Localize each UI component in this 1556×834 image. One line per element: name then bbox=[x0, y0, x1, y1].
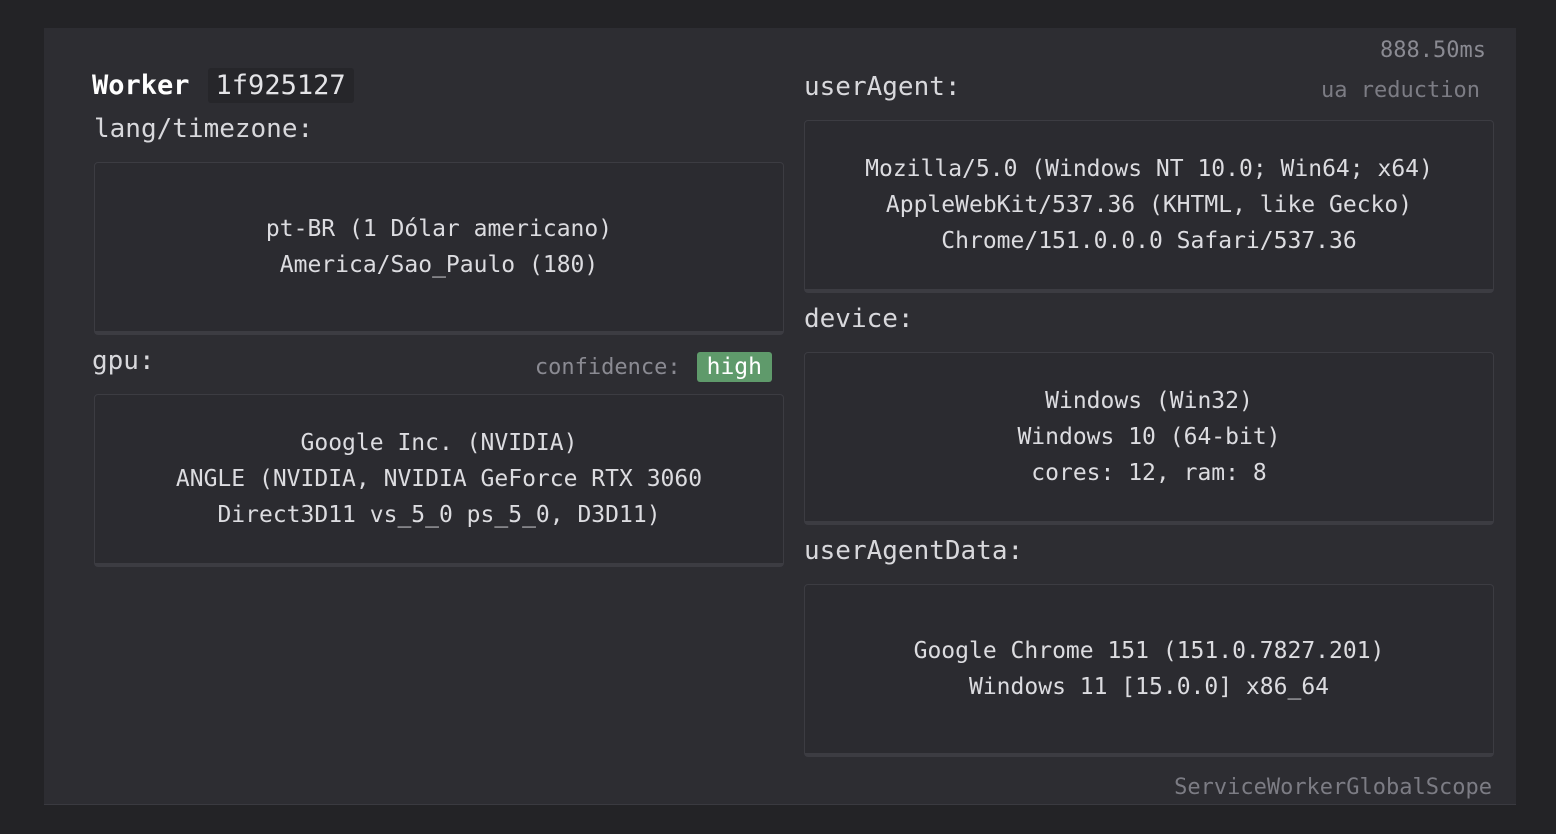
lang-line: pt-BR (1 Dólar americano) bbox=[265, 216, 613, 242]
device-hardware-line: cores: 12, ram: 8 bbox=[1031, 460, 1267, 486]
user-agent-data-box: Google Chrome 151 (151.0.7827.201) Windo… bbox=[804, 584, 1494, 757]
gpu-label: gpu: bbox=[92, 346, 155, 376]
user-agent-line: Chrome/151.0.0.0 Safari/537.36 bbox=[941, 228, 1357, 254]
user-agent-label: userAgent: bbox=[804, 72, 961, 102]
confidence-badge: high bbox=[696, 352, 772, 382]
user-agent-data-label: userAgentData: bbox=[804, 536, 1024, 566]
confidence-label: confidence: bbox=[534, 354, 681, 380]
device-platform-line: Windows (Win32) bbox=[1045, 388, 1253, 414]
device-box: Windows (Win32) Windows 10 (64-bit) core… bbox=[804, 352, 1494, 525]
gpu-vendor-line: Google Inc. (NVIDIA) bbox=[300, 430, 578, 456]
timezone-line: America/Sao_Paulo (180) bbox=[279, 252, 599, 278]
gpu-renderer-line-2: Direct3D11 vs_5_0 ps_5_0, D3D11) bbox=[217, 502, 661, 528]
user-agent-line: Mozilla/5.0 (Windows NT 10.0; Win64; x64… bbox=[865, 156, 1433, 182]
device-label: device: bbox=[804, 304, 914, 334]
panel-title: Worker bbox=[92, 70, 190, 101]
ua-reduction-note: ua reduction bbox=[1321, 78, 1480, 103]
lang-timezone-label: lang/timezone: bbox=[94, 114, 314, 144]
worker-panel: 888.50ms Worker 1f925127 lang/timezone: … bbox=[44, 28, 1516, 805]
global-scope-label: ServiceWorkerGlobalScope bbox=[1174, 775, 1492, 800]
panel-header: Worker 1f925127 bbox=[92, 68, 354, 103]
timing-value: 888.50ms bbox=[1380, 38, 1486, 63]
gpu-confidence: confidence: high bbox=[535, 352, 772, 382]
worker-hash: 1f925127 bbox=[207, 68, 354, 103]
device-os-line: Windows 10 (64-bit) bbox=[1017, 424, 1281, 450]
user-agent-line: AppleWebKit/537.36 (KHTML, like Gecko) bbox=[885, 192, 1413, 218]
user-agent-box: Mozilla/5.0 (Windows NT 10.0; Win64; x64… bbox=[804, 120, 1494, 293]
gpu-box: Google Inc. (NVIDIA) ANGLE (NVIDIA, NVID… bbox=[94, 394, 784, 567]
lang-timezone-box: pt-BR (1 Dólar americano) America/Sao_Pa… bbox=[94, 162, 784, 335]
browser-line: Google Chrome 151 (151.0.7827.201) bbox=[913, 638, 1385, 664]
platform-line: Windows 11 [15.0.0] x86_64 bbox=[968, 674, 1330, 700]
gpu-renderer-line: ANGLE (NVIDIA, NVIDIA GeForce RTX 3060 bbox=[175, 466, 703, 492]
